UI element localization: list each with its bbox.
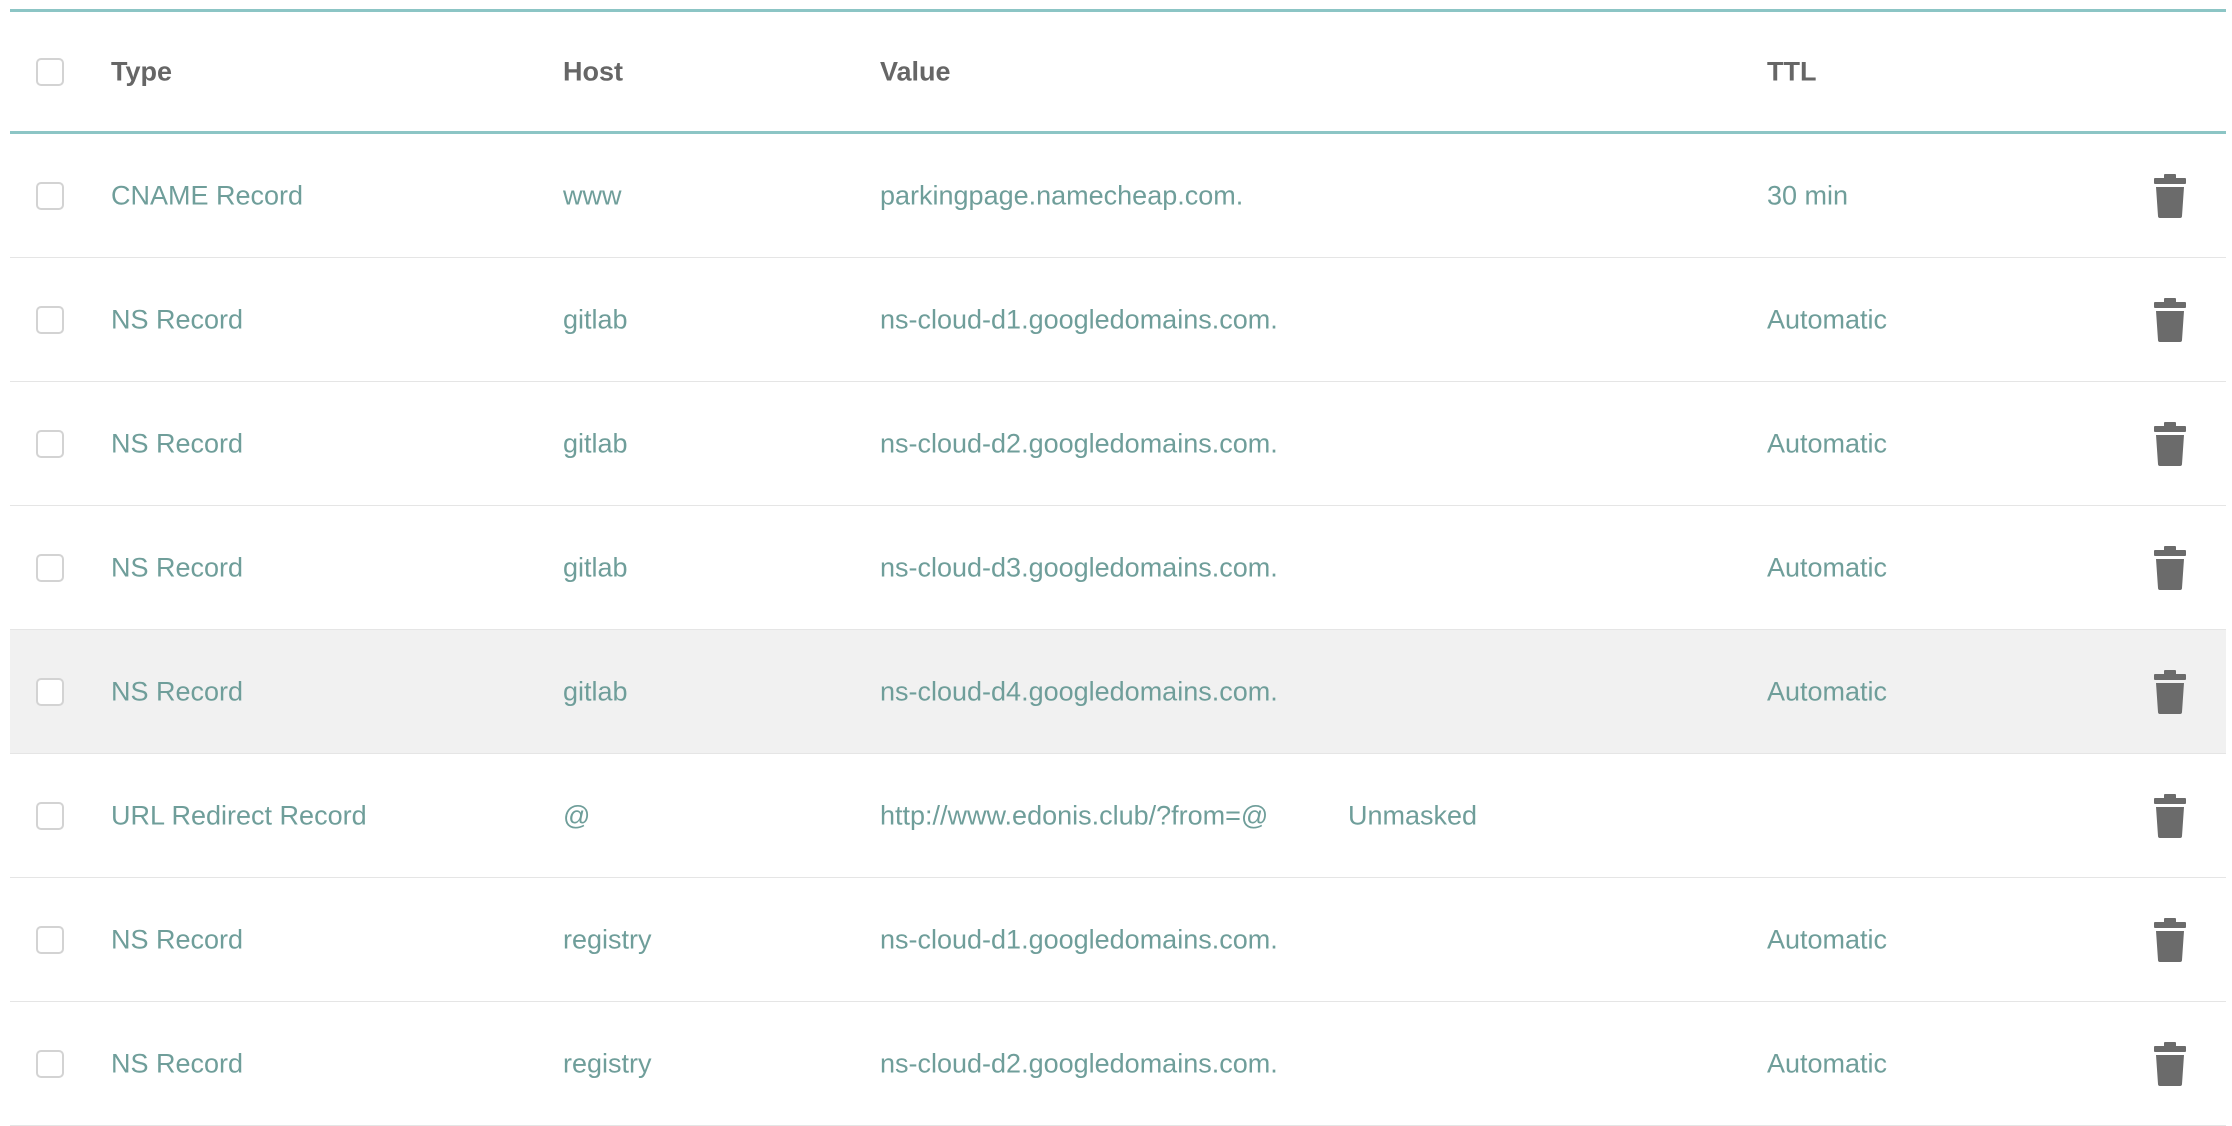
row-checkbox[interactable] bbox=[36, 181, 64, 210]
record-type: URL Redirect Record bbox=[111, 800, 367, 830]
record-ttl: Automatic bbox=[1767, 304, 1888, 334]
record-host: gitlab bbox=[563, 676, 628, 706]
row-checkbox[interactable] bbox=[36, 553, 64, 582]
row-checkbox[interactable] bbox=[36, 429, 64, 458]
trash-icon[interactable] bbox=[2152, 917, 2188, 962]
table-row[interactable]: NS Record gitlab ns-cloud-d4.googledomai… bbox=[10, 630, 2226, 754]
record-value: ns-cloud-d1.googledomains.com. bbox=[880, 924, 1278, 954]
record-ttl: Automatic bbox=[1767, 428, 1888, 458]
trash-icon[interactable] bbox=[2152, 545, 2188, 590]
record-host: registry bbox=[563, 924, 652, 954]
record-value: ns-cloud-d4.googledomains.com. bbox=[880, 676, 1278, 706]
record-ttl: Automatic bbox=[1767, 924, 1888, 954]
record-type: NS Record bbox=[111, 924, 244, 954]
table-row[interactable]: URL Redirect Record @ http://www.edonis.… bbox=[10, 754, 2226, 878]
trash-icon[interactable] bbox=[2152, 297, 2188, 342]
column-header-value[interactable]: Value bbox=[880, 56, 951, 87]
row-checkbox[interactable] bbox=[36, 925, 64, 954]
record-ttl: Automatic bbox=[1767, 552, 1888, 582]
table-row[interactable]: NS Record gitlab ns-cloud-d2.googledomai… bbox=[10, 382, 2226, 506]
trash-icon[interactable] bbox=[2152, 421, 2188, 466]
trash-icon[interactable] bbox=[2152, 173, 2188, 218]
record-type: NS Record bbox=[111, 552, 244, 582]
record-value: ns-cloud-d3.googledomains.com. bbox=[880, 552, 1278, 582]
table-row[interactable]: CNAME Record www parkingpage.namecheap.c… bbox=[10, 134, 2226, 258]
record-host: gitlab bbox=[563, 552, 628, 582]
record-value: ns-cloud-d1.googledomains.com. bbox=[880, 304, 1278, 334]
record-host: gitlab bbox=[563, 304, 628, 334]
trash-icon[interactable] bbox=[2152, 669, 2188, 714]
record-type: CNAME Record bbox=[111, 180, 304, 210]
record-masking: Unmasked bbox=[1348, 800, 1478, 830]
record-type: NS Record bbox=[111, 428, 244, 458]
record-host: gitlab bbox=[563, 428, 628, 458]
table-row[interactable]: NS Record registry ns-cloud-d2.googledom… bbox=[10, 1002, 2226, 1126]
select-all-checkbox[interactable] bbox=[36, 57, 64, 86]
table-row[interactable]: NS Record registry ns-cloud-d1.googledom… bbox=[10, 878, 2226, 1002]
row-checkbox[interactable] bbox=[36, 305, 64, 334]
record-value: parkingpage.namecheap.com. bbox=[880, 180, 1244, 210]
record-type: NS Record bbox=[111, 676, 244, 706]
row-checkbox[interactable] bbox=[36, 677, 64, 706]
table-header: Type Host Value TTL bbox=[10, 12, 2226, 134]
record-ttl: Automatic bbox=[1767, 676, 1888, 706]
row-checkbox[interactable] bbox=[36, 1049, 64, 1078]
trash-icon[interactable] bbox=[2152, 793, 2188, 838]
record-ttl: Automatic bbox=[1767, 1048, 1888, 1078]
record-value: ns-cloud-d2.googledomains.com. bbox=[880, 1048, 1278, 1078]
column-header-ttl[interactable]: TTL bbox=[1767, 56, 1816, 87]
record-type: NS Record bbox=[111, 304, 244, 334]
record-host: www bbox=[563, 180, 622, 210]
table-row[interactable]: NS Record gitlab ns-cloud-d3.googledomai… bbox=[10, 506, 2226, 630]
record-ttl: 30 min bbox=[1767, 180, 1849, 210]
record-value: http://www.edonis.club/?from=@ bbox=[880, 800, 1269, 830]
row-checkbox[interactable] bbox=[36, 801, 64, 830]
record-type: NS Record bbox=[111, 1048, 244, 1078]
column-header-host[interactable]: Host bbox=[563, 56, 623, 87]
dns-records-table: Type Host Value TTL CNAME Record www par… bbox=[10, 9, 2226, 1126]
record-host: @ bbox=[563, 800, 591, 830]
table-row[interactable]: NS Record gitlab ns-cloud-d1.googledomai… bbox=[10, 258, 2226, 382]
select-all-cell bbox=[36, 57, 64, 86]
record-host: registry bbox=[563, 1048, 652, 1078]
column-header-type[interactable]: Type bbox=[111, 56, 172, 87]
record-value: ns-cloud-d2.googledomains.com. bbox=[880, 428, 1278, 458]
trash-icon[interactable] bbox=[2152, 1041, 2188, 1086]
